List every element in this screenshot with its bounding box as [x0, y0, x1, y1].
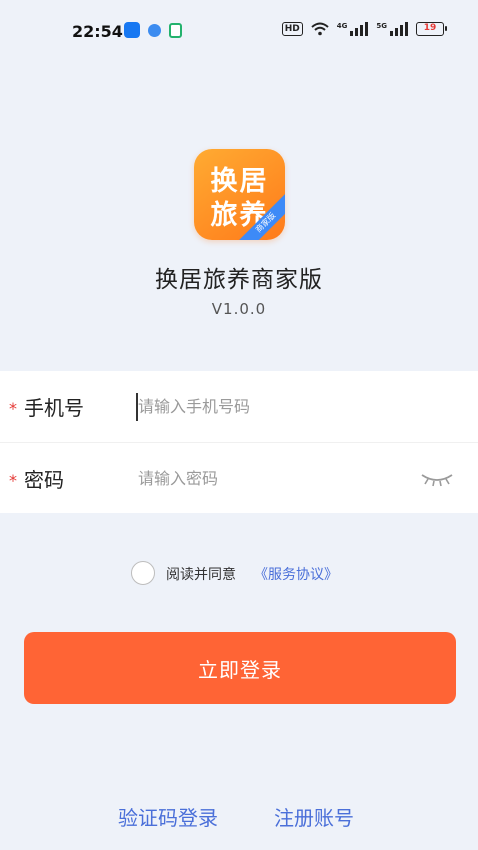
system-indicators: HD 4G 5G 19	[281, 22, 447, 36]
signal-label: 5G	[376, 22, 387, 30]
signal-label: 4G	[336, 22, 348, 30]
required-mark: *	[9, 471, 17, 490]
signal-icon: 4G	[337, 22, 369, 36]
agreement: 阅读并同意 《服务协议》	[0, 560, 478, 586]
password-input[interactable]	[138, 458, 408, 498]
app-notification-icon	[148, 23, 161, 37]
phone-input[interactable]	[138, 386, 408, 427]
sms-login-link[interactable]: 验证码登录	[118, 802, 218, 831]
status-bar: 22:54 HD 4G 5G 19	[0, 0, 478, 64]
app-name: 换居旅养商家版	[155, 267, 323, 293]
agree-checkbox[interactable]	[131, 561, 155, 585]
required-mark: *	[9, 399, 17, 418]
phone-row: * 手机号	[0, 371, 478, 442]
signal-icon: 5G	[376, 22, 408, 36]
app-logo: 换居 旅养 商家版	[194, 149, 285, 240]
login-button[interactable]: 立即登录	[24, 632, 456, 704]
app-notification-icon	[124, 22, 140, 38]
notification-icons	[124, 22, 182, 38]
phone-label: 手机号	[24, 396, 84, 420]
hd-badge: HD	[281, 22, 303, 36]
app-notification-icon	[169, 22, 182, 38]
password-row: * 密码	[0, 442, 478, 513]
password-label: 密码	[24, 467, 64, 492]
bottom-links: 验证码登录 注册账号	[0, 802, 478, 832]
battery-icon: 19	[416, 22, 447, 36]
service-agreement-link[interactable]: 《服务协议》	[254, 564, 338, 584]
status-time: 22:54	[72, 22, 123, 41]
app-version: V1.0.0	[211, 300, 267, 318]
agree-text: 阅读并同意	[166, 567, 236, 583]
login-page: 22:54 HD 4G 5G 19 换居 旅养 商家版 换居旅养商家版 V1.0…	[0, 0, 478, 850]
register-link[interactable]: 注册账号	[274, 802, 354, 831]
eye-closed-icon[interactable]	[420, 469, 454, 489]
login-form: * 手机号 * 密码	[0, 371, 478, 513]
wifi-icon	[311, 22, 329, 36]
